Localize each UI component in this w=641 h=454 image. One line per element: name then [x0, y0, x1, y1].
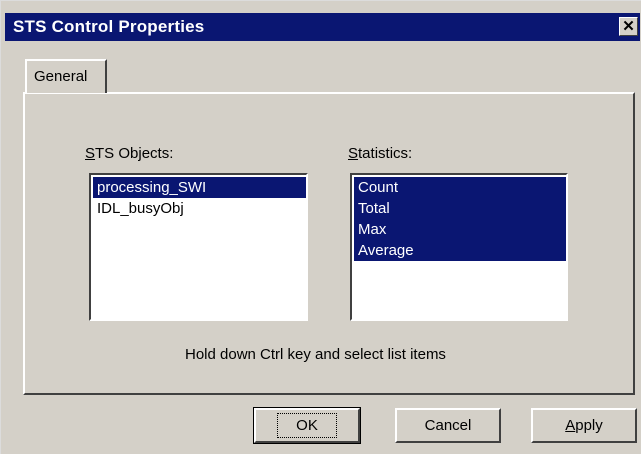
cancel-button-label: Cancel — [424, 417, 472, 434]
list-item[interactable]: IDL_busyObj — [93, 198, 306, 219]
ok-button-label: OK — [277, 413, 337, 438]
title-bar[interactable]: STS Control Properties ✕ — [5, 13, 640, 41]
close-icon: ✕ — [622, 18, 635, 35]
statistics-listbox[interactable]: Count Total Max Average — [350, 173, 568, 321]
close-button[interactable]: ✕ — [619, 17, 638, 36]
sts-control-properties-dialog: STS Control Properties ✕ General STS Obj… — [0, 0, 641, 454]
cancel-button[interactable]: Cancel — [395, 408, 501, 443]
statistics-label: Statistics: — [348, 145, 413, 162]
list-item[interactable]: Max — [354, 219, 566, 240]
general-tab-panel: STS Objects: processing_SWI IDL_busyObj … — [23, 92, 635, 395]
list-item[interactable]: Average — [354, 240, 566, 261]
tab-general-label: General — [34, 68, 88, 85]
sts-objects-label: STS Objects: — [85, 145, 174, 162]
sts-objects-listbox[interactable]: processing_SWI IDL_busyObj — [89, 173, 308, 321]
apply-button[interactable]: Apply — [531, 408, 637, 443]
list-item[interactable]: processing_SWI — [93, 177, 306, 198]
tab-general[interactable]: General — [25, 59, 107, 93]
ok-button[interactable]: OK — [253, 407, 361, 444]
list-item[interactable]: Total — [354, 198, 566, 219]
list-item[interactable]: Count — [354, 177, 566, 198]
selection-hint-text: Hold down Ctrl key and select list items — [185, 346, 446, 363]
window-title: STS Control Properties — [13, 17, 205, 36]
apply-button-label: Apply — [565, 417, 603, 434]
